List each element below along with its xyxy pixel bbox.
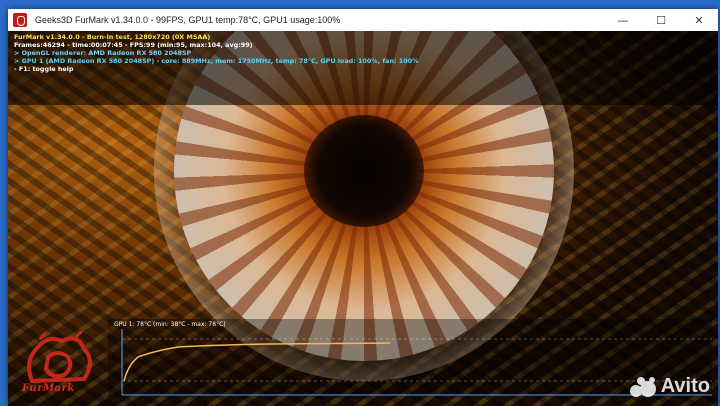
maximize-button[interactable]: ☐ [642,9,680,31]
hud-gpu-line: > GPU 1 (AMD Radeon RX 580 2048SP) - cor… [14,57,419,65]
hud-renderer-line: > OpenGL renderer: AMD Radeon RX 580 204… [14,49,192,57]
minimize-button[interactable]: — [604,9,642,31]
temperature-series-line [123,342,391,382]
avito-watermark: Avito [629,375,710,398]
avito-watermark-text: Avito [660,375,710,397]
close-button[interactable]: ✕ [680,9,718,31]
hud-title-line: FurMark v1.34.0.0 - Burn-in test, 1280x7… [14,33,211,41]
render-viewport[interactable]: FurMark v1.34.0.0 - Burn-in test, 1280x7… [8,31,718,406]
title-bar[interactable]: Geeks3D FurMark v1.34.0.0 - 99FPS, GPU1 … [8,9,718,31]
furmark-window: Geeks3D FurMark v1.34.0.0 - 99FPS, GPU1 … [8,9,718,406]
temperature-plot [121,329,712,396]
stats-overlay: FurMark v1.34.0.0 - Burn-in test, 1280x7… [8,31,718,105]
hud-help-line: - F1: toggle help [14,65,74,73]
avito-logo-icon [629,376,656,397]
fur-donut-center [304,115,424,227]
furmark-logo-text: FurMark [22,383,75,394]
hud-frames-line: Frames:46294 - time:00:07:45 - FPS:99 (m… [14,41,253,49]
window-controls: — ☐ ✕ [604,9,718,31]
furmark-app-icon[interactable] [13,13,27,27]
furmark-logo: FurMark [18,329,102,401]
window-title: Geeks3D FurMark v1.34.0.0 - 99FPS, GPU1 … [35,15,341,25]
gpu-temperature-graph: GPU 1: 78°C (min: 38°C - max: 78°C) [108,319,712,397]
furmark-logo-icon [27,329,92,384]
graph-label: GPU 1: 78°C (min: 38°C - max: 78°C) [114,321,226,328]
